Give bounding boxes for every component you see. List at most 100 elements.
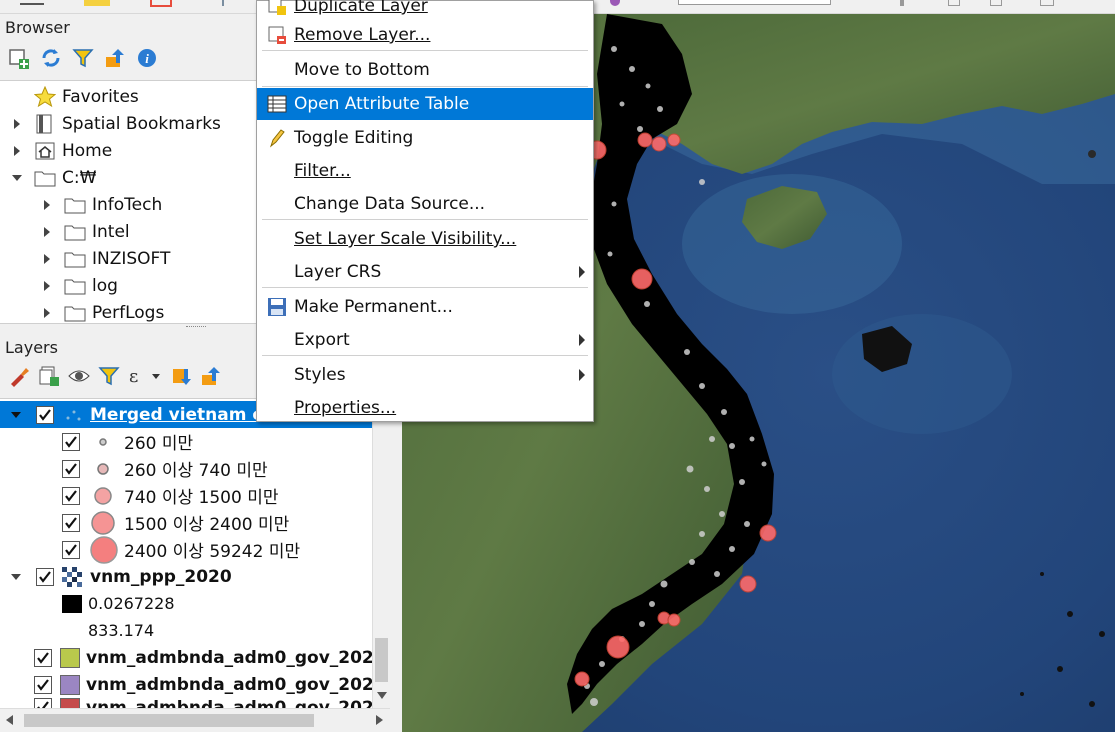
layer-raster[interactable]: vnm_ppp_2020: [10, 563, 232, 590]
chevron-down-icon[interactable]: [10, 567, 22, 587]
legend-item[interactable]: 1500 이상 2400 미만: [62, 509, 289, 536]
menu-item-set-layer-scale-visibility[interactable]: Set Layer Scale Visibility...: [257, 223, 593, 255]
collapse-all-icon[interactable]: [200, 365, 222, 387]
toolbar-icon[interactable]: [900, 0, 904, 6]
layer-visibility-checkbox[interactable]: [34, 675, 52, 694]
legend-checkbox[interactable]: [62, 540, 80, 559]
style-icon[interactable]: [8, 365, 30, 387]
scroll-left-icon[interactable]: [6, 715, 13, 725]
chevron-right-icon[interactable]: [40, 306, 54, 320]
filter-icon[interactable]: [72, 47, 94, 69]
menu-item-filter[interactable]: Filter...: [257, 155, 593, 187]
legend-checkbox[interactable]: [62, 432, 80, 451]
menu-item-export[interactable]: Export: [257, 324, 593, 356]
raster-layer-icon: [62, 566, 84, 587]
legend-item[interactable]: 260 이상 740 미만: [62, 455, 268, 482]
chevron-right-icon[interactable]: [40, 252, 54, 266]
layer-visibility-checkbox[interactable]: [36, 567, 54, 586]
chevron-right-icon[interactable]: [10, 117, 24, 131]
scrollbar-thumb[interactable]: [24, 714, 314, 727]
toolbar-icon[interactable]: [20, 0, 44, 5]
menu-separator: [262, 86, 588, 87]
search-field[interactable]: [678, 0, 831, 5]
layer-vector[interactable]: vnm_admbnda_adm0_gov_20200: [34, 644, 390, 671]
collapse-all-icon[interactable]: [104, 47, 126, 69]
chevron-right-icon[interactable]: [40, 225, 54, 239]
polygon-symbol: [60, 674, 80, 695]
layer-visibility-checkbox[interactable]: [36, 405, 54, 424]
folder-icon: [64, 194, 86, 216]
legend-checkbox[interactable]: [62, 486, 80, 505]
chevron-right-icon[interactable]: [10, 144, 24, 158]
legend-checkbox[interactable]: [62, 513, 80, 532]
menu-separator: [262, 219, 588, 220]
menu-separator: [262, 355, 588, 356]
toolbar-icon[interactable]: [222, 0, 230, 6]
menu-item-toggle-editing[interactable]: Toggle Editing: [257, 122, 593, 154]
toolbar-icon[interactable]: [610, 0, 620, 6]
legend-checkbox[interactable]: [62, 459, 80, 478]
legend-item[interactable]: 2400 이상 59242 미만: [62, 535, 300, 564]
layer-context-menu: Duplicate Layer Remove Layer... Move to …: [256, 0, 594, 422]
menu-item-layer-crs[interactable]: Layer CRS: [257, 256, 593, 288]
visibility-icon[interactable]: [68, 365, 90, 387]
chevron-right-icon[interactable]: [40, 198, 54, 212]
bookmark-icon: [34, 113, 56, 135]
chevron-down-icon[interactable]: [10, 171, 24, 185]
toolbar-icon[interactable]: [84, 0, 110, 6]
expand-all-icon[interactable]: [170, 365, 192, 387]
menu-item-styles[interactable]: Styles: [257, 359, 593, 391]
chevron-down-icon[interactable]: [10, 405, 22, 425]
duplicate-icon: [267, 0, 287, 16]
toolbar-icon[interactable]: [1040, 0, 1054, 6]
info-icon[interactable]: i: [136, 47, 158, 69]
browser-item-infotech[interactable]: InfoTech: [40, 191, 162, 218]
remove-layer-icon: [267, 25, 287, 45]
folder-icon: [64, 221, 86, 243]
layer-visibility-checkbox[interactable]: [34, 648, 52, 667]
browser-item-perflogs[interactable]: PerfLogs: [40, 299, 164, 323]
browser-item-log[interactable]: log: [40, 272, 118, 299]
layers-tree: Merged vietnam en 260 미만 260 이상 740 미만 7…: [0, 398, 390, 718]
layers-vertical-scrollbar[interactable]: [372, 398, 390, 708]
filter-icon[interactable]: [98, 365, 120, 387]
save-icon: [267, 297, 287, 317]
refresh-icon[interactable]: [40, 47, 62, 69]
menu-item-make-permanent[interactable]: Make Permanent...: [257, 291, 593, 323]
folder-icon: [64, 248, 86, 270]
browser-item-home[interactable]: Home: [10, 137, 112, 164]
svg-text:ε: ε: [129, 366, 138, 387]
browser-item-intel[interactable]: Intel: [40, 218, 130, 245]
add-group-icon[interactable]: [38, 365, 60, 387]
legend-item[interactable]: 260 미만: [62, 428, 193, 455]
menu-item-properties[interactable]: Properties...: [257, 392, 593, 424]
point-layer-icon: [62, 404, 84, 426]
layers-panel-title: Layers: [5, 338, 58, 357]
toolbar-icon[interactable]: [990, 0, 1002, 6]
chevron-right-icon[interactable]: [40, 279, 54, 293]
submenu-arrow-icon: [579, 369, 585, 381]
scrollbar-thumb[interactable]: [375, 638, 388, 682]
browser-item-spatial-bookmarks[interactable]: Spatial Bookmarks: [10, 110, 221, 137]
scroll-down-icon[interactable]: [377, 692, 387, 699]
legend-item[interactable]: 740 이상 1500 미만: [62, 482, 278, 509]
browser-item-inzisoft[interactable]: INZISOFT: [40, 245, 170, 272]
marker-symbol-icon: [88, 429, 118, 455]
menu-item-open-attribute-table[interactable]: Open Attribute Table: [257, 88, 593, 120]
expression-filter-icon[interactable]: ε: [128, 365, 162, 387]
toolbar-icon[interactable]: [948, 0, 960, 6]
browser-item-c-drive[interactable]: C:₩: [10, 164, 96, 191]
browser-toolbar: i: [8, 44, 158, 72]
menu-item-remove-layer[interactable]: Remove Layer...: [257, 19, 593, 51]
marker-symbol-icon: [88, 535, 118, 564]
scroll-right-icon[interactable]: [376, 715, 383, 725]
menu-item-change-data-source[interactable]: Change Data Source...: [257, 188, 593, 220]
browser-item-favorites[interactable]: Favorites: [10, 83, 139, 110]
add-layer-icon[interactable]: [8, 47, 30, 69]
layers-horizontal-scrollbar[interactable]: [0, 708, 390, 732]
layers-toolbar: ε: [8, 362, 222, 390]
toolbar-icon[interactable]: [150, 0, 172, 7]
menu-item-move-to-bottom[interactable]: Move to Bottom: [257, 54, 593, 86]
toolbar-icon[interactable]: [846, 0, 860, 6]
layer-vector[interactable]: vnm_admbnda_adm0_gov_20200: [34, 671, 390, 698]
